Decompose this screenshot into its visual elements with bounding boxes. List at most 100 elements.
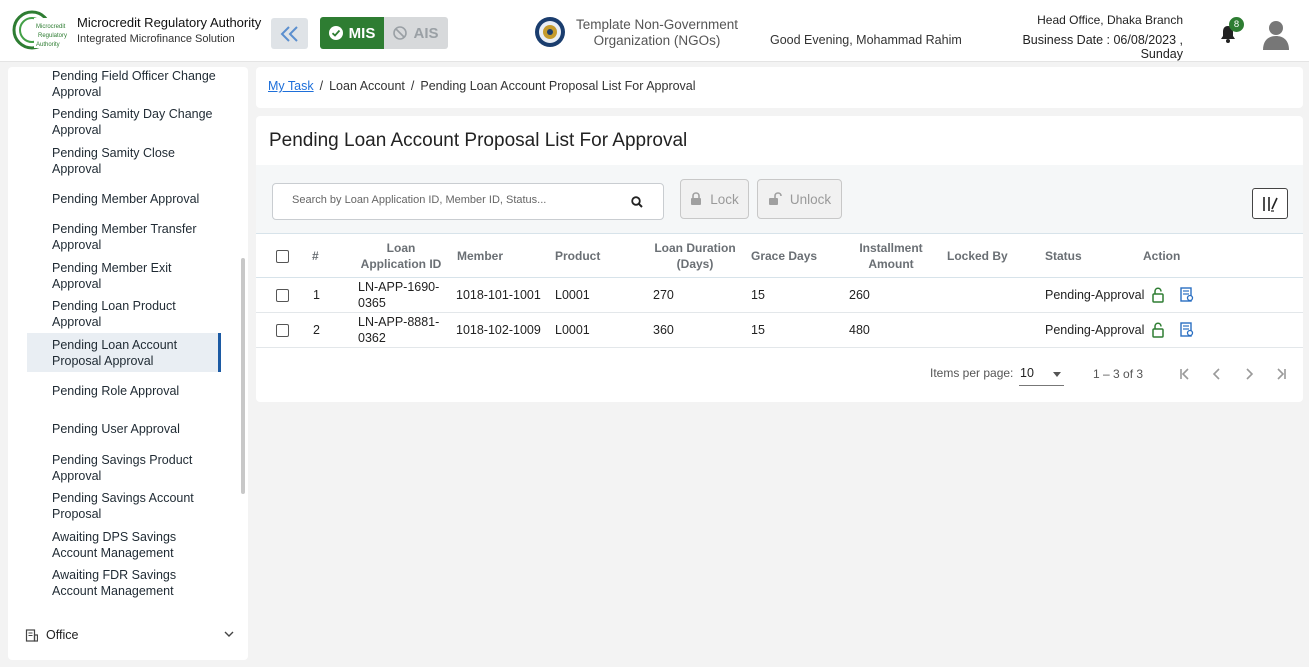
col-loan-app-id: Loan Application ID — [360, 241, 442, 271]
double-chevron-left-icon — [280, 25, 298, 42]
ais-button[interactable]: AIS — [384, 17, 448, 49]
column-settings-button[interactable] — [1252, 188, 1288, 219]
sidebar-item-savings-product[interactable]: Pending Savings Product Approval — [52, 452, 222, 484]
sidebar-item-member-exit[interactable]: Pending Member Exit Approval — [52, 260, 222, 292]
org-title: Microcredit Regulatory Authority — [77, 15, 262, 30]
sidebar-item-field-officer-change[interactable]: Pending Field Officer Change Approval — [52, 68, 222, 100]
ais-label: AIS — [413, 24, 439, 42]
chevron-left-icon — [1212, 368, 1220, 380]
sidebar-item-loan-account-proposal[interactable]: Pending Loan Account Proposal Approval — [52, 337, 222, 369]
module-switch: MIS AIS — [320, 17, 448, 49]
unlock-icon[interactable] — [1151, 287, 1165, 303]
mis-label: MIS — [348, 24, 376, 42]
col-duration: Loan Duration (Days) — [654, 241, 736, 271]
search-input[interactable] — [292, 194, 622, 206]
items-per-page-select[interactable]: 10 — [1019, 362, 1064, 386]
sidebar-item-samity-close[interactable]: Pending Samity Close Approval — [52, 145, 222, 177]
sidebar-item-office[interactable]: Office — [25, 625, 235, 645]
breadcrumb-separator: / — [319, 79, 324, 93]
sidebar-item-fdr-savings[interactable]: Awaiting FDR Savings Account Management — [52, 567, 222, 599]
search-icon[interactable] — [630, 195, 644, 209]
lock-button[interactable]: Lock — [680, 179, 749, 219]
prev-page-button[interactable] — [1206, 363, 1228, 385]
unlock-icon[interactable] — [1151, 322, 1165, 338]
cell-grace: 15 — [751, 288, 765, 302]
logo-line-3: Authority — [36, 42, 60, 48]
table-row: 2 LN-APP-8881-0362 1018-102-1009 L0001 3… — [256, 313, 1303, 348]
cell-num: 1 — [313, 288, 320, 302]
logo-line-1: Microcredit — [36, 24, 66, 30]
top-header: Microcredit Regulatory Authority Microcr… — [0, 0, 1309, 62]
cell-installment: 480 — [849, 323, 870, 337]
col-product: Product — [555, 249, 601, 263]
cell-loan-app-id: LN-APP-1690-0365 — [358, 280, 440, 310]
office-label: Office — [46, 628, 79, 642]
breadcrumb-my-task[interactable]: My Task — [268, 79, 314, 93]
user-avatar-icon[interactable] — [1261, 18, 1291, 50]
proposal-table: # Loan Application ID Member Product Loa… — [256, 233, 1303, 348]
sidebar-scrollbar[interactable] — [241, 258, 245, 494]
toolbar: Lock Unlock — [256, 165, 1303, 233]
greeting: Good Evening, Mohammad Rahim — [770, 33, 962, 47]
col-grace: Grace Days — [751, 249, 818, 263]
last-page-button[interactable] — [1270, 363, 1292, 385]
ngo-name: Template Non-Government Organization (NG… — [575, 17, 739, 48]
unlock-icon — [768, 192, 782, 205]
cell-loan-app-id: LN-APP-8881-0362 — [358, 315, 440, 345]
row-checkbox[interactable] — [276, 289, 289, 302]
org-subtitle: Integrated Microfinance Solution — [77, 33, 235, 45]
lock-icon — [691, 192, 702, 205]
page-title: Pending Loan Account Proposal List For A… — [269, 130, 688, 151]
sidebar-item-role-approval[interactable]: Pending Role Approval — [52, 383, 222, 399]
first-page-button[interactable] — [1174, 363, 1196, 385]
cell-status: Pending-Approval — [1045, 323, 1145, 337]
search-box — [272, 183, 664, 220]
sidebar-item-savings-account[interactable]: Pending Savings Account Proposal — [52, 490, 222, 522]
main-card: Pending Loan Account Proposal List For A… — [256, 116, 1303, 402]
notification-badge: 8 — [1229, 17, 1244, 32]
sidebar-item-member-transfer[interactable]: Pending Member Transfer Approval — [52, 221, 222, 253]
cell-status: Pending-Approval — [1045, 288, 1145, 302]
col-locked-by: Locked By — [947, 249, 1008, 263]
unlock-label: Unlock — [789, 191, 832, 207]
mra-logo: Microcredit Regulatory Authority — [12, 10, 70, 50]
next-page-button[interactable] — [1238, 363, 1260, 385]
lock-label: Lock — [710, 191, 739, 207]
table-header: # Loan Application ID Member Product Loa… — [256, 233, 1303, 278]
sidebar-collapse-button[interactable] — [271, 18, 308, 49]
cell-installment: 260 — [849, 288, 870, 302]
sidebar-item-samity-day-change[interactable]: Pending Samity Day Change Approval — [52, 106, 222, 138]
chevron-down-icon — [224, 631, 234, 637]
sidebar-item-member-approval[interactable]: Pending Member Approval — [52, 191, 222, 207]
cell-duration: 360 — [653, 323, 674, 337]
mis-button[interactable]: MIS — [320, 17, 384, 49]
paginator: Items per page: 10 1 – 3 of 3 — [256, 362, 1303, 392]
office-icon — [25, 628, 38, 642]
row-checkbox[interactable] — [276, 324, 289, 337]
cell-num: 2 — [313, 323, 320, 337]
select-all-checkbox[interactable] — [276, 250, 289, 263]
edit-columns-icon — [1263, 196, 1278, 212]
view-details-icon[interactable] — [1180, 322, 1194, 337]
col-installment: Installment Amount — [859, 241, 923, 271]
last-page-icon — [1277, 368, 1286, 380]
cell-grace: 15 — [751, 323, 765, 337]
sidebar-item-dps-savings[interactable]: Awaiting DPS Savings Account Management — [52, 529, 222, 561]
col-member: Member — [457, 249, 504, 263]
block-icon — [393, 26, 408, 40]
cell-member: 1018-101-1001 — [456, 288, 541, 302]
first-page-icon — [1180, 368, 1189, 380]
breadcrumb-current: Pending Loan Account Proposal List For A… — [420, 79, 696, 93]
page-range-label: 1 – 3 of 3 — [1093, 367, 1144, 381]
sidebar-item-user-approval[interactable]: Pending User Approval — [52, 421, 222, 437]
unlock-button[interactable]: Unlock — [757, 179, 842, 219]
ngo-seal-icon — [535, 17, 565, 47]
sidebar-item-loan-product[interactable]: Pending Loan Product Approval — [52, 298, 222, 330]
view-details-icon[interactable] — [1180, 287, 1194, 302]
cell-product: L0001 — [555, 323, 590, 337]
breadcrumb-separator: / — [410, 79, 415, 93]
items-per-page-label: Items per page: — [930, 366, 1014, 380]
col-status: Status — [1045, 249, 1082, 263]
table-row: 1 LN-APP-1690-0365 1018-101-1001 L0001 2… — [256, 278, 1303, 313]
breadcrumb: My Task / Loan Account / Pending Loan Ac… — [268, 79, 696, 93]
